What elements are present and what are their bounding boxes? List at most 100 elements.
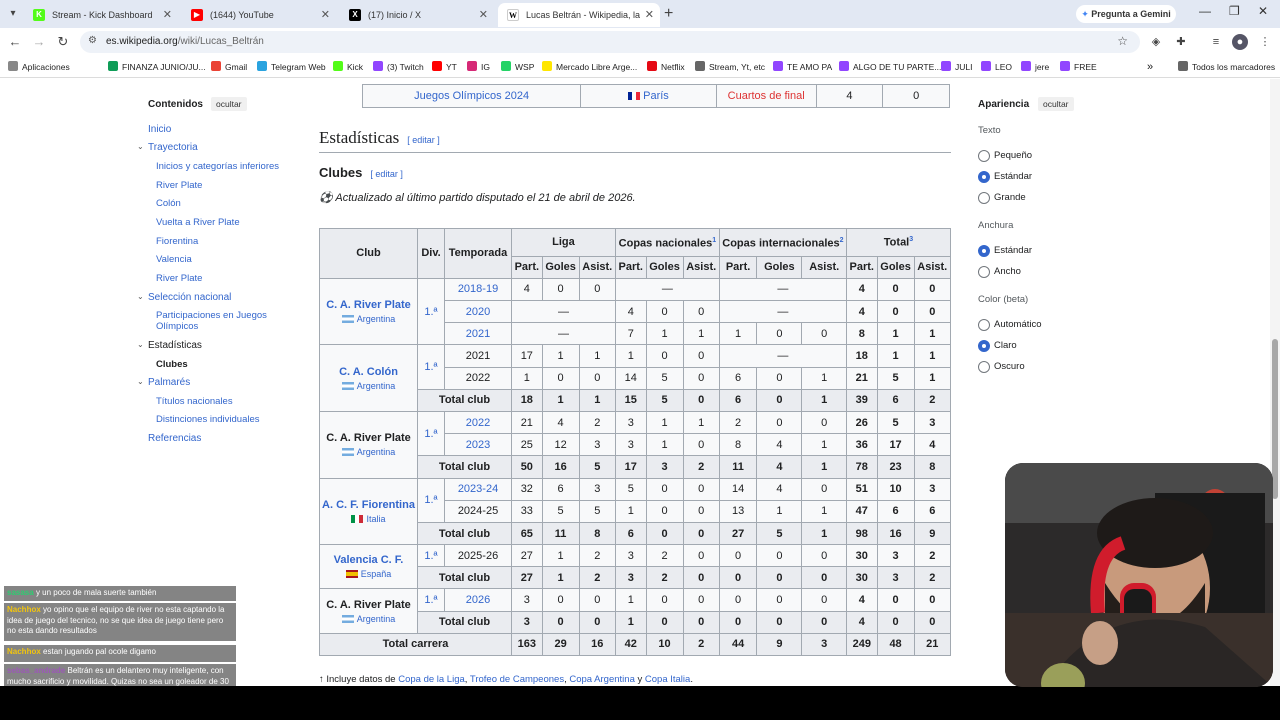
season-cell[interactable]: 2018-19 [444, 277, 512, 302]
season-cell[interactable]: 2020 [444, 300, 512, 324]
reload-button[interactable]: ↻ [54, 33, 72, 51]
club-country[interactable]: Argentina [322, 614, 415, 624]
close-tab-icon[interactable]: ✕ [163, 3, 172, 27]
bookmark-11[interactable]: Stream, Yt, etc [695, 59, 765, 75]
club-country[interactable]: España [322, 569, 415, 579]
olympics-result[interactable]: Cuartos de final [715, 84, 817, 108]
club-name[interactable]: C. A. River Plate [322, 432, 415, 444]
bookmark-14[interactable]: JULI [941, 59, 972, 75]
close-tab-icon[interactable]: ✕ [321, 3, 330, 27]
season-cell[interactable]: 2021 [444, 322, 512, 346]
toc-item-14[interactable]: Títulos nacionales [156, 396, 233, 407]
club-name[interactable]: C. A. River Plate [322, 299, 415, 311]
toc-item-4[interactable]: Colón [156, 198, 181, 209]
bookmark-16[interactable]: jere [1021, 59, 1049, 75]
toc-item-16[interactable]: Referencias [148, 433, 201, 444]
footnote-link[interactable]: Copa de la Liga [398, 674, 465, 685]
tab-2[interactable]: X (17) Inicio / X ✕ [340, 3, 494, 27]
club-country[interactable]: Argentina [322, 447, 415, 457]
footnote-link[interactable]: Copa Italia [645, 674, 690, 685]
site-info-icon[interactable]: ⚙ [88, 35, 97, 46]
tab-search-icon[interactable]: ▾ [4, 5, 22, 23]
close-tab-icon[interactable]: ✕ [645, 3, 654, 27]
toc-item-2[interactable]: Inicios y categorías inferiores [156, 161, 279, 172]
radio-button[interactable] [978, 319, 990, 331]
olympics-event[interactable]: Juegos Olímpicos 2024 [361, 84, 582, 108]
close-window-button[interactable]: ✕ [1258, 4, 1268, 18]
chevron-down-icon[interactable]: ⌄ [137, 377, 144, 386]
chevron-down-icon[interactable]: ⌄ [137, 292, 144, 301]
edit-subsection-link[interactable]: [ editar ] [370, 169, 403, 179]
minimize-button[interactable]: — [1199, 4, 1211, 18]
bookmark-9[interactable]: Mercado Libre Arge... [542, 59, 637, 75]
radio-button[interactable] [978, 245, 990, 257]
bookmark-0[interactable]: Aplicaciones [8, 59, 70, 75]
tab-3[interactable]: W Lucas Beltrán - Wikipedia, la en ✕ [498, 3, 660, 27]
season-cell[interactable]: 2022 [444, 410, 512, 435]
close-tab-icon[interactable]: ✕ [479, 3, 488, 27]
bookmark-10[interactable]: Netflix [647, 59, 685, 75]
div-cell[interactable]: 1.ª [417, 544, 445, 568]
toc-item-6[interactable]: Fiorentina [156, 236, 198, 247]
bookmark-5[interactable]: (3) Twitch [373, 59, 424, 75]
bookmark-18[interactable]: Todos los marcadores [1178, 59, 1275, 75]
footnote-link[interactable]: Trofeo de Campeones [470, 674, 564, 685]
toc-item-12[interactable]: Clubes [156, 359, 188, 370]
more-bookmarks-icon[interactable]: » [1147, 59, 1153, 75]
new-tab-button[interactable]: + [664, 5, 673, 23]
toc-item-3[interactable]: River Plate [156, 180, 202, 191]
div-cell[interactable]: 1.ª [417, 588, 445, 612]
bookmark-2[interactable]: Gmail [211, 59, 247, 75]
toc-item-8[interactable]: River Plate [156, 273, 202, 284]
club-name[interactable]: Valencia C. F. [322, 554, 415, 566]
footnote-link[interactable]: Copa Argentina [569, 674, 635, 685]
season-cell[interactable]: 2023-24 [444, 477, 512, 501]
div-cell[interactable]: 1.ª [417, 277, 445, 346]
bookmark-3[interactable]: Telegram Web [257, 59, 326, 75]
radio-button[interactable] [978, 171, 990, 183]
note-2[interactable]: 2 [840, 237, 844, 244]
extensions-puzzle-icon[interactable]: ✚ [1173, 34, 1189, 50]
bookmark-star-icon[interactable]: ☆ [1117, 34, 1128, 48]
forward-button[interactable]: → [30, 33, 48, 51]
edit-section-link[interactable]: [ editar ] [407, 135, 440, 145]
avatar[interactable]: ● [1232, 34, 1248, 50]
radio-button[interactable] [978, 150, 990, 162]
bookmark-4[interactable]: Kick [333, 59, 363, 75]
toc-item-9[interactable]: ⌄ Selección nacional [137, 292, 231, 303]
extension-icon[interactable]: ◈ [1148, 34, 1164, 50]
bookmark-7[interactable]: IG [467, 59, 490, 75]
toc-item-5[interactable]: Vuelta a River Plate [156, 217, 240, 228]
bookmark-12[interactable]: TE AMO PA [773, 59, 832, 75]
gemini-button[interactable]: ✦ Pregunta a Gemini [1076, 5, 1176, 23]
bookmark-15[interactable]: LEO [981, 59, 1012, 75]
toc-item-1[interactable]: ⌄ Trayectoria [137, 142, 198, 153]
maximize-button[interactable]: ❐ [1229, 4, 1240, 18]
season-cell[interactable]: 2023 [444, 433, 512, 457]
radio-button[interactable] [978, 361, 990, 373]
club-country[interactable]: Italia [322, 514, 415, 524]
olympics-city[interactable]: París [580, 84, 717, 108]
toc-hide-button[interactable]: ocultar [211, 97, 247, 111]
address-bar[interactable]: ⚙ es.wikipedia.org/wiki/Lucas_Beltrán ☆ [80, 31, 1140, 53]
note-3[interactable]: 3 [909, 236, 913, 243]
menu-icon[interactable]: ⋮ [1257, 34, 1273, 50]
back-button[interactable]: ← [6, 33, 24, 51]
radio-button[interactable] [978, 266, 990, 278]
media-icon[interactable]: ≡ [1208, 34, 1224, 50]
bookmark-8[interactable]: WSP [501, 59, 534, 75]
club-country[interactable]: Argentina [322, 314, 415, 324]
toc-item-13[interactable]: ⌄ Palmarés [137, 377, 190, 388]
chevron-down-icon[interactable]: ⌄ [137, 340, 144, 349]
div-cell[interactable]: 1.ª [417, 344, 445, 390]
toc-item-10[interactable]: Participaciones en Juegos Olímpicos [156, 310, 286, 332]
bookmark-13[interactable]: ALGO DE TU PARTE... [839, 59, 941, 75]
tab-1[interactable]: ▶ (1644) YouTube ✕ [182, 3, 336, 27]
div-cell[interactable]: 1.ª [417, 477, 445, 523]
radio-button[interactable] [978, 340, 990, 352]
season-cell[interactable]: 2026 [444, 588, 512, 612]
radio-button[interactable] [978, 192, 990, 204]
toc-item-7[interactable]: Valencia [156, 254, 192, 265]
scrollbar-thumb[interactable] [1272, 339, 1278, 499]
club-name[interactable]: C. A. Colón [322, 366, 415, 378]
